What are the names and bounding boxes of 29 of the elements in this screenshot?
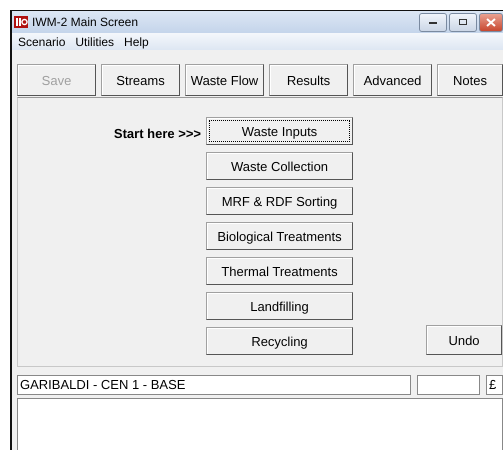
- notes-area[interactable]: [17, 398, 503, 450]
- menu-item[interactable]: Scenario: [18, 34, 66, 48]
- toolbar-button[interactable]: Waste Flow: [185, 64, 264, 96]
- minimize-button[interactable]: [419, 12, 447, 32]
- stage-button[interactable]: Thermal Treatments: [206, 257, 353, 285]
- stage-button[interactable]: Biological Treatments: [206, 222, 353, 250]
- stage-button[interactable]: Waste Collection: [206, 152, 353, 180]
- app-icon: [14, 16, 28, 28]
- toolbar-button[interactable]: Results: [269, 64, 348, 96]
- window-title: IWM-2 Main Screen: [32, 15, 138, 29]
- start-label: Start here >>>: [114, 126, 201, 141]
- undo-button[interactable]: Undo: [426, 325, 502, 355]
- stage-button[interactable]: MRF & RDF Sorting: [206, 187, 353, 215]
- close-icon: [486, 18, 496, 26]
- maximize-icon: [458, 18, 468, 26]
- menu-item[interactable]: Help: [124, 34, 149, 48]
- toolbar-button[interactable]: Advanced: [353, 64, 432, 96]
- stage-button[interactable]: Waste Inputs: [206, 117, 353, 145]
- scenario-name-field[interactable]: GARIBALDI - CEN 1 - BASE: [17, 375, 411, 395]
- maximize-button[interactable]: [449, 12, 477, 32]
- minimize-icon: [428, 19, 438, 25]
- stage-button[interactable]: Landfilling: [206, 292, 353, 320]
- close-button[interactable]: [479, 12, 503, 32]
- currency-field[interactable]: £: [486, 375, 503, 395]
- toolbar-button[interactable]: Streams: [101, 64, 180, 96]
- toolbar-button[interactable]: Notes: [437, 64, 503, 96]
- stage-button[interactable]: Recycling: [206, 327, 353, 355]
- menu-item[interactable]: Utilities: [75, 34, 114, 48]
- text-field[interactable]: [417, 375, 480, 395]
